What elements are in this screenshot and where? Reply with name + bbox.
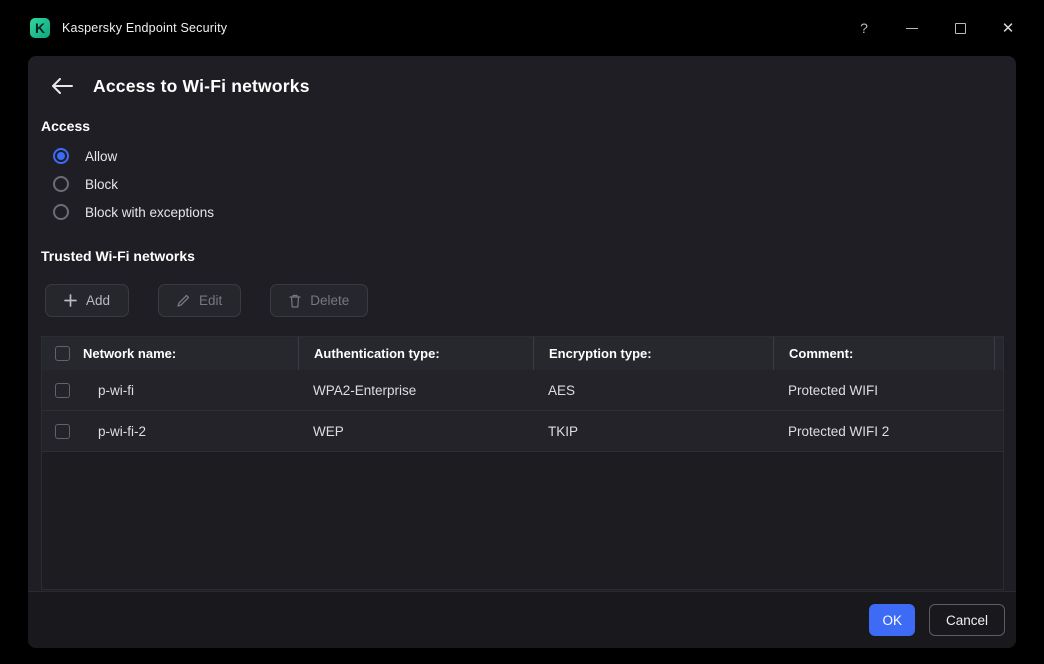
minimize-icon bbox=[906, 28, 918, 29]
trash-icon bbox=[289, 294, 301, 308]
row-checkbox-cell bbox=[42, 424, 83, 439]
edit-button-label: Edit bbox=[199, 293, 222, 308]
cell-comment: Protected WIFI 2 bbox=[773, 424, 994, 439]
column-header-network-name[interactable]: Network name: bbox=[83, 346, 298, 361]
column-header-authentication-type[interactable]: Authentication type: bbox=[298, 337, 533, 370]
delete-button-label: Delete bbox=[310, 293, 349, 308]
radio-icon[interactable] bbox=[53, 176, 69, 192]
cell-network-name: p-wi-fi bbox=[83, 383, 298, 398]
cancel-button[interactable]: Cancel bbox=[929, 604, 1005, 636]
select-all-checkbox[interactable] bbox=[55, 346, 70, 361]
radio-label: Allow bbox=[85, 149, 117, 164]
cell-network-name: p-wi-fi-2 bbox=[83, 424, 298, 439]
arrow-left-icon bbox=[51, 78, 73, 94]
header-checkbox-cell bbox=[42, 346, 83, 361]
cell-authentication-type: WPA2-Enterprise bbox=[298, 383, 533, 398]
panel-body: Access to Wi-Fi networks Access Allow Bl… bbox=[28, 56, 1016, 591]
ok-button[interactable]: OK bbox=[869, 604, 915, 636]
radio-icon[interactable] bbox=[53, 148, 69, 164]
radio-option-block-with-exceptions[interactable]: Block with exceptions bbox=[41, 198, 1004, 226]
access-section-label: Access bbox=[41, 118, 1004, 134]
scrollbar-gutter bbox=[994, 337, 1003, 370]
cell-authentication-type: WEP bbox=[298, 424, 533, 439]
cell-encryption-type: TKIP bbox=[533, 424, 773, 439]
pencil-icon bbox=[177, 294, 190, 307]
maximize-button[interactable] bbox=[940, 11, 980, 45]
close-button[interactable]: ✕ bbox=[988, 11, 1028, 45]
delete-button[interactable]: Delete bbox=[270, 284, 368, 317]
radio-label: Block bbox=[85, 177, 118, 192]
column-header-encryption-type[interactable]: Encryption type: bbox=[533, 337, 773, 370]
radio-label: Block with exceptions bbox=[85, 205, 214, 220]
radio-option-block[interactable]: Block bbox=[41, 170, 1004, 198]
minimize-button[interactable] bbox=[892, 11, 932, 45]
table-row[interactable]: p-wi-fi-2 WEP TKIP Protected WIFI 2 bbox=[42, 411, 1003, 452]
trusted-networks-table: Network name: Authentication type: Encry… bbox=[41, 336, 1004, 590]
row-checkbox[interactable] bbox=[55, 424, 70, 439]
maximize-icon bbox=[955, 23, 966, 34]
add-button[interactable]: Add bbox=[45, 284, 129, 317]
column-header-comment[interactable]: Comment: bbox=[773, 337, 994, 370]
cell-comment: Protected WIFI bbox=[773, 383, 994, 398]
kaspersky-logo-icon: K bbox=[30, 18, 50, 38]
row-checkbox-cell bbox=[42, 383, 83, 398]
cell-encryption-type: AES bbox=[533, 383, 773, 398]
settings-panel: Access to Wi-Fi networks Access Allow Bl… bbox=[28, 56, 1016, 648]
window-title: Kaspersky Endpoint Security bbox=[62, 21, 227, 35]
radio-option-allow[interactable]: Allow bbox=[41, 142, 1004, 170]
back-button[interactable] bbox=[47, 71, 77, 101]
table-header-row: Network name: Authentication type: Encry… bbox=[42, 337, 1003, 370]
table-row[interactable]: p-wi-fi WPA2-Enterprise AES Protected WI… bbox=[42, 370, 1003, 411]
page-header: Access to Wi-Fi networks bbox=[41, 70, 1004, 102]
edit-button[interactable]: Edit bbox=[158, 284, 241, 317]
row-checkbox[interactable] bbox=[55, 383, 70, 398]
plus-icon bbox=[64, 294, 77, 307]
page-title: Access to Wi-Fi networks bbox=[93, 76, 310, 97]
titlebar: K Kaspersky Endpoint Security ? ✕ bbox=[0, 0, 1044, 56]
dialog-footer: OK Cancel bbox=[28, 591, 1016, 648]
help-button[interactable]: ? bbox=[844, 11, 884, 45]
radio-icon[interactable] bbox=[53, 204, 69, 220]
table-empty-area bbox=[42, 452, 1003, 589]
add-button-label: Add bbox=[86, 293, 110, 308]
trusted-section-label: Trusted Wi-Fi networks bbox=[41, 248, 1004, 264]
table-toolbar: Add Edit Delete bbox=[45, 284, 1004, 317]
